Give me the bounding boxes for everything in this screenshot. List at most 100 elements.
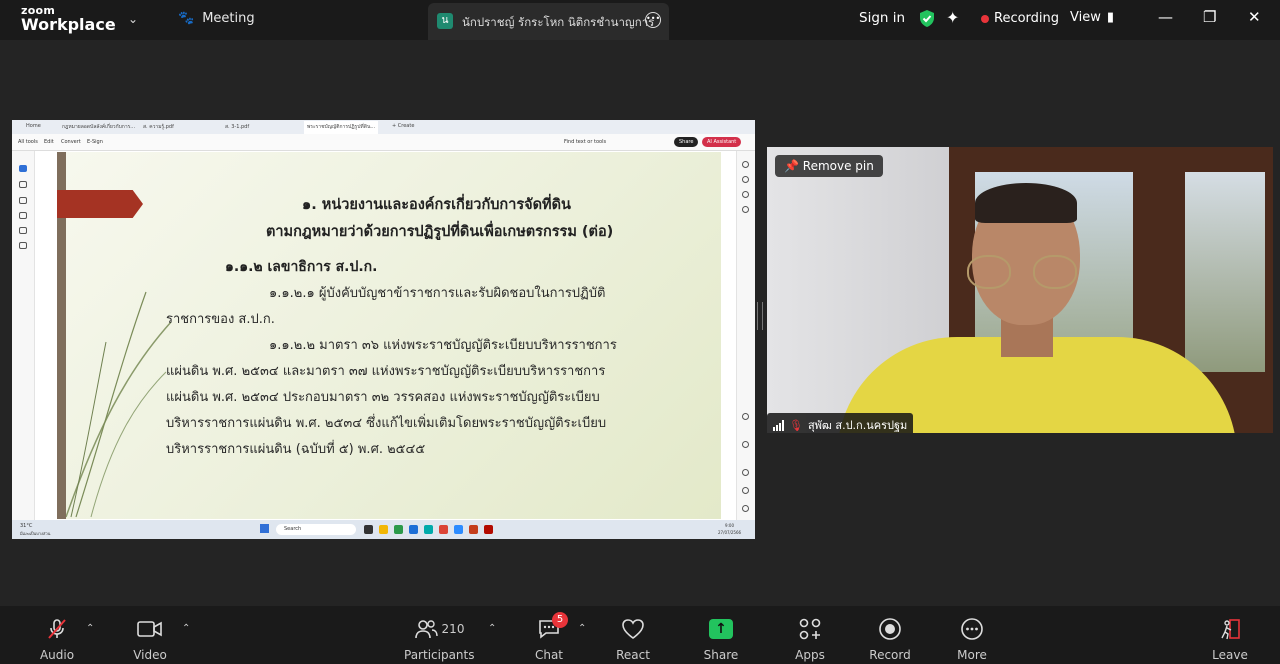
slide-heading: ๑.๑.๒ เลขาธิการ ส.ป.ก. <box>225 259 378 275</box>
recording-dot-icon <box>981 14 989 23</box>
side-icon[interactable] <box>742 191 749 198</box>
participant-hair <box>975 183 1077 223</box>
app-icon[interactable] <box>484 525 493 534</box>
zoom-out-icon[interactable] <box>742 505 749 512</box>
more-options-icon[interactable]: ••• <box>645 12 661 28</box>
title-bar: zoom Workplace ⌄ 🐾 Meeting น นักปราชญ์ ร… <box>0 0 1280 40</box>
sign-in-button[interactable]: Sign in <box>859 10 905 26</box>
browser-tab[interactable]: ส. 3-1.pdf <box>225 123 249 131</box>
meeting-title: นักปราชญ์ รักระโหก นิติกรชำนาญการ <box>462 15 655 29</box>
tool-esign[interactable]: E-Sign <box>87 139 103 145</box>
browser-tab[interactable]: ส. ความรู้.pdf <box>143 123 174 131</box>
recording-indicator[interactable]: Recording <box>981 11 1059 26</box>
minimize-icon[interactable]: — <box>1158 8 1173 26</box>
tool-edit[interactable]: Edit <box>44 139 54 145</box>
zoom-logo[interactable]: zoom Workplace <box>21 5 116 33</box>
chevron-down-icon[interactable]: ⌄ <box>128 12 138 26</box>
remove-pin-button[interactable]: 📌 Remove pin <box>775 155 883 177</box>
meeting-title-tab[interactable]: น นักปราชญ์ รักระโหก นิติกรชำนาญการ ••• <box>428 3 669 40</box>
record-button[interactable]: Record <box>855 616 925 662</box>
restore-icon[interactable]: ❐ <box>1203 8 1216 26</box>
video-button[interactable]: Video <box>115 616 185 662</box>
rotate-icon[interactable] <box>742 469 749 476</box>
meeting-tab[interactable]: 🐾 Meeting <box>178 11 255 26</box>
view-button[interactable]: View ▮ <box>1070 10 1114 25</box>
slide-line: แผ่นดิน พ.ศ. ๒๕๓๔ และมาตรา ๓๗ แห่งพระราช… <box>166 364 606 379</box>
react-button[interactable]: React <box>598 616 668 662</box>
ai-assistant-button[interactable]: AI Assistant <box>702 137 742 147</box>
video-options-chevron[interactable]: ⌃ <box>182 623 190 634</box>
select-cursor-icon[interactable] <box>19 165 27 172</box>
browser-tab[interactable]: กฎหมายลอดบัลลังค์เกี่ยวกับการ... <box>62 123 135 131</box>
more-button[interactable]: More <box>937 616 1007 662</box>
slide-page: ๑. หน่วยงานและองค์กรเกี่ยวกับการจัดที่ดิ… <box>57 152 721 519</box>
close-icon[interactable]: ✕ <box>1248 8 1261 26</box>
slide-line: ราชการของ ส.ป.ก. <box>166 312 275 327</box>
view-layout-icon: ▮ <box>1106 10 1115 25</box>
chat-unread-badge: 5 <box>552 612 568 628</box>
draw-icon[interactable] <box>19 212 27 219</box>
audio-options-chevron[interactable]: ⌃ <box>86 623 94 634</box>
participant-video[interactable]: 📌 Remove pin 🎙 สุพัฒ ส.ป.ก.นครปฐม <box>767 147 1273 433</box>
mic-muted-icon: 🎙 <box>789 418 803 432</box>
app-icon[interactable] <box>424 525 433 534</box>
pdf-share-button[interactable]: Share <box>674 137 699 147</box>
taskbar-search[interactable]: Search <box>276 524 356 535</box>
ai-companion-icon[interactable]: ✦ <box>946 8 959 27</box>
participants-count: 210 <box>441 622 465 636</box>
browser-tab[interactable]: Home <box>26 123 41 129</box>
app-icon[interactable] <box>409 525 418 534</box>
app-icon[interactable] <box>454 525 463 534</box>
side-icon[interactable] <box>742 176 749 183</box>
new-tab-button[interactable]: + Create <box>392 123 414 129</box>
browser-tab-active[interactable]: พระราชบัญญัติการปฏิรูปที่ดิน... <box>304 121 379 134</box>
page-down-icon[interactable] <box>742 441 749 448</box>
share-label: Share <box>703 648 739 662</box>
audio-button[interactable]: Audio <box>22 616 92 662</box>
app-icon[interactable] <box>379 525 388 534</box>
app-icon[interactable] <box>439 525 448 534</box>
share-screen-icon: ↑ <box>709 619 733 639</box>
tool-convert[interactable]: Convert <box>61 139 81 145</box>
pdf-left-toolbar <box>12 151 35 520</box>
zoom-in-icon[interactable] <box>742 487 749 494</box>
participants-options-chevron[interactable]: ⌃ <box>488 623 496 634</box>
page-up-icon[interactable] <box>742 413 749 420</box>
apps-button[interactable]: Apps <box>775 616 845 662</box>
view-label: View <box>1070 10 1101 25</box>
app-icon[interactable] <box>469 525 478 534</box>
app-icon[interactable] <box>394 525 403 534</box>
chat-button[interactable]: 5 Chat <box>514 612 584 662</box>
leave-label: Leave <box>1212 648 1248 662</box>
leave-button[interactable]: Leave <box>1195 616 1265 662</box>
heart-icon <box>622 619 644 639</box>
pen-icon[interactable] <box>19 197 27 204</box>
slide-line: บริหารราชการแผ่นดิน พ.ศ. ๒๕๓๔ ซึ่งแก้ไขเ… <box>166 416 607 431</box>
stamp-icon[interactable] <box>19 242 27 249</box>
screen-share[interactable]: Home กฎหมายลอดบัลลังค์เกี่ยวกับการ... ส.… <box>12 120 755 539</box>
find-field[interactable]: Find text or tools <box>564 139 606 145</box>
participants-button[interactable]: 210 Participants <box>404 616 475 662</box>
windows-taskbar: 31°C มีเมฆเป็นบางส่วน Search 9:00 27/07/… <box>12 520 755 539</box>
apps-icon <box>799 618 821 640</box>
weather-desc: มีเมฆเป็นบางส่วน <box>20 531 51 536</box>
comment-icon[interactable] <box>19 181 27 188</box>
weather-temp: 31°C <box>20 523 33 529</box>
windows-start-icon[interactable] <box>260 524 269 533</box>
pdf-right-toolbar <box>736 151 755 520</box>
text-icon[interactable] <box>19 227 27 234</box>
security-shield-icon[interactable] <box>918 9 936 28</box>
video-label: Video <box>133 648 167 662</box>
slide-line: แผ่นดิน พ.ศ. ๒๕๓๔ ประกอบมาตรา ๓๒ วรรคสอง… <box>166 390 600 405</box>
split-drag-handle[interactable] <box>757 302 763 330</box>
side-icon[interactable] <box>742 206 749 213</box>
share-screen-button[interactable]: ↑ Share <box>686 616 756 662</box>
host-avatar: น <box>437 13 453 29</box>
remove-pin-label: Remove pin <box>802 159 874 173</box>
tool-all[interactable]: All tools <box>18 139 38 145</box>
side-icon[interactable] <box>742 161 749 168</box>
glasses-right <box>1033 255 1077 289</box>
record-icon <box>879 618 901 640</box>
chat-options-chevron[interactable]: ⌃ <box>578 623 586 634</box>
app-icon[interactable] <box>364 525 373 534</box>
